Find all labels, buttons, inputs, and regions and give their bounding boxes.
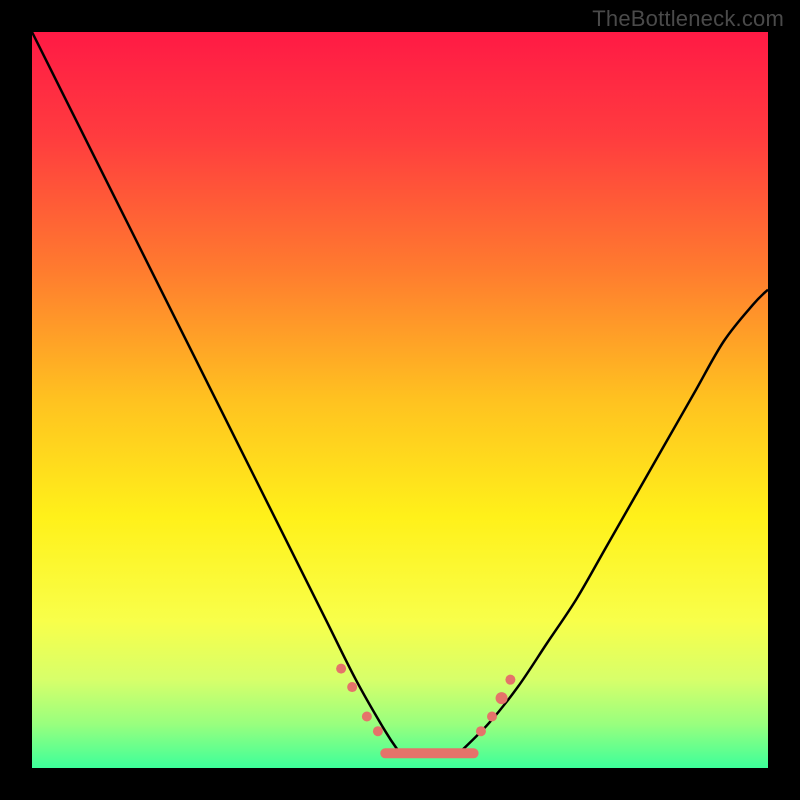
chart-frame: TheBottleneck.com [0, 0, 800, 800]
bead-0 [336, 664, 346, 674]
bead-4 [476, 726, 486, 736]
plot-area [32, 32, 768, 768]
series-right-curve [459, 290, 768, 754]
bead-3 [373, 726, 383, 736]
bead-6 [496, 692, 508, 704]
series-left-curve [32, 32, 400, 753]
curve-svg [32, 32, 768, 768]
bead-1 [347, 682, 357, 692]
bead-5 [487, 711, 497, 721]
bead-2 [362, 711, 372, 721]
watermark-text: TheBottleneck.com [592, 6, 784, 32]
bead-7 [505, 675, 515, 685]
